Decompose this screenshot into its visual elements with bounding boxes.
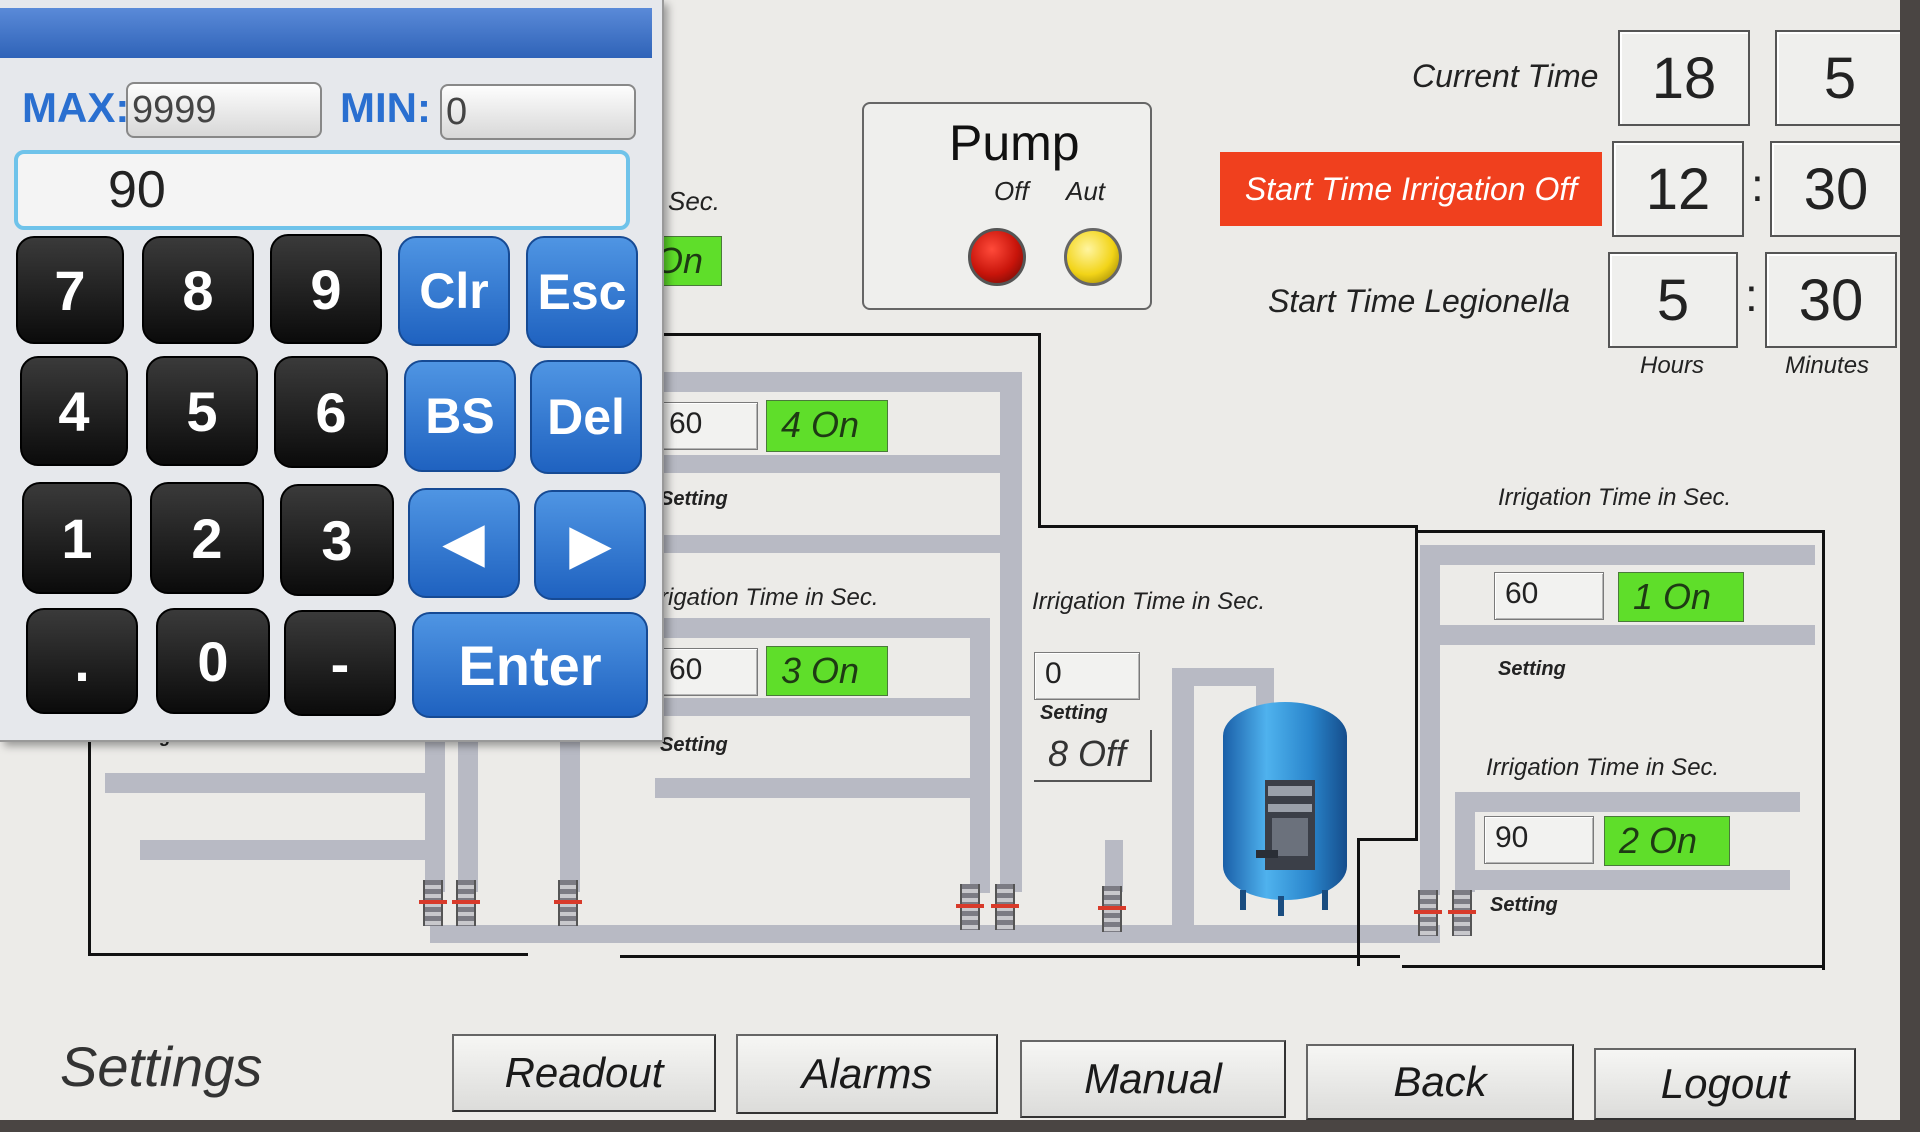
valve — [554, 880, 582, 926]
current-time-hour: 18 — [1618, 30, 1750, 126]
keypad-title-bar[interactable] — [0, 8, 652, 58]
zone8-setting-label: Setting — [1040, 702, 1108, 724]
key-decimal-point[interactable]: . — [26, 608, 138, 714]
enter-button[interactable]: Enter — [412, 612, 648, 718]
zone8-status: 8 Off — [1034, 730, 1152, 782]
pump-title: Pump — [949, 115, 1080, 171]
clear-button[interactable]: Clr — [398, 236, 510, 346]
key-4[interactable]: 4 — [20, 356, 128, 466]
pump-off-label: Off — [994, 176, 1029, 206]
valve — [419, 880, 447, 926]
zone3-setting-label: Setting — [660, 734, 728, 756]
irrigation-start-minute[interactable]: 30 — [1770, 141, 1900, 237]
zone4-setting-label: Setting — [660, 488, 728, 510]
minutes-label: Minutes — [1785, 352, 1870, 379]
legionella-hour[interactable]: 5 — [1608, 252, 1738, 348]
key-3[interactable]: 3 — [280, 484, 394, 596]
current-time-label: Current Time — [1412, 58, 1599, 94]
zone1-status: 1 On — [1618, 572, 1744, 622]
irrigation-start-hour[interactable]: 12 — [1612, 141, 1744, 237]
key-7[interactable]: 7 — [16, 236, 124, 344]
zone5-sec-label: Sec. — [668, 186, 721, 216]
key-1[interactable]: 1 — [22, 482, 132, 594]
zone8-setting-input[interactable]: 0 — [1034, 652, 1140, 700]
page-title: Settings — [60, 1035, 263, 1098]
manual-button[interactable]: Manual — [1020, 1040, 1286, 1118]
keypad-min-value: 0 — [440, 84, 636, 140]
valve — [991, 884, 1019, 930]
delete-button[interactable]: Del — [530, 360, 642, 474]
legionella-minute[interactable]: 30 — [1765, 252, 1897, 348]
zone1-title: Irrigation Time in Sec. — [1498, 484, 1732, 511]
current-time-minute: 5 — [1775, 30, 1900, 126]
key-8[interactable]: 8 — [142, 236, 254, 344]
keypad-display-input[interactable]: 90 — [14, 150, 630, 230]
cursor-right-button[interactable]: ▶ — [534, 490, 646, 600]
escape-button[interactable]: Esc — [526, 236, 638, 348]
readout-button[interactable]: Readout — [452, 1034, 716, 1112]
time-colon: : — [1745, 269, 1758, 321]
valve — [1448, 890, 1476, 936]
valve — [956, 884, 984, 930]
valve — [1098, 886, 1126, 932]
hmi-screen: Current Time 18 5 Start Time Irrigation … — [0, 0, 1900, 1120]
key-6[interactable]: 6 — [274, 356, 388, 468]
zone1-setting-input[interactable]: 60 — [1494, 572, 1604, 620]
numeric-keypad-popup: MAX: 9999 MIN: 0 90 7 8 9 Clr Esc 4 5 6 … — [0, 0, 664, 742]
start-irrigation-button[interactable]: Start Time Irrigation Off — [1220, 152, 1602, 226]
zone3-status: 3 On — [766, 646, 888, 696]
zone8-title: Irrigation Time in Sec. — [1032, 588, 1266, 615]
key-0[interactable]: 0 — [156, 608, 270, 714]
zone4-status: 4 On — [766, 400, 888, 452]
pump-auto-label: Aut — [1066, 176, 1106, 206]
valve — [452, 880, 480, 926]
logout-button[interactable]: Logout — [1594, 1048, 1856, 1120]
time-colon: : — [1751, 159, 1764, 211]
key-5[interactable]: 5 — [146, 356, 258, 466]
back-button[interactable]: Back — [1306, 1044, 1574, 1120]
legionella-label: Start Time Legionella — [1268, 283, 1571, 319]
zone2-setting-input[interactable]: 90 — [1484, 816, 1594, 864]
keypad-min-label: MIN: — [340, 84, 431, 131]
pressure-tank-icon — [1223, 702, 1347, 916]
backspace-button[interactable]: BS — [404, 360, 516, 472]
alarms-button[interactable]: Alarms — [736, 1034, 998, 1114]
zone3-setting-input[interactable]: 60 — [658, 648, 758, 696]
pump-auto-indicator[interactable] — [1064, 228, 1122, 286]
hours-label: Hours — [1640, 352, 1705, 379]
zone2-setting-label: Setting — [1490, 894, 1558, 916]
valve — [1414, 890, 1442, 936]
pump-panel: Pump Off Aut — [862, 102, 1152, 310]
key-2[interactable]: 2 — [150, 482, 264, 594]
pump-off-indicator[interactable] — [968, 228, 1026, 286]
key-9[interactable]: 9 — [270, 234, 382, 344]
zone1-setting-label: Setting — [1498, 658, 1566, 680]
cursor-left-button[interactable]: ◀ — [408, 488, 520, 598]
zone2-status: 2 On — [1604, 816, 1730, 866]
key-minus[interactable]: - — [284, 610, 396, 716]
zone4-setting-input[interactable]: 60 — [658, 402, 758, 450]
zone2-title: Irrigation Time in Sec. — [1486, 754, 1720, 781]
zone3-title: rigation Time in Sec. — [660, 584, 879, 611]
keypad-max-value: 9999 — [126, 82, 322, 138]
keypad-max-label: MAX: — [22, 84, 130, 131]
